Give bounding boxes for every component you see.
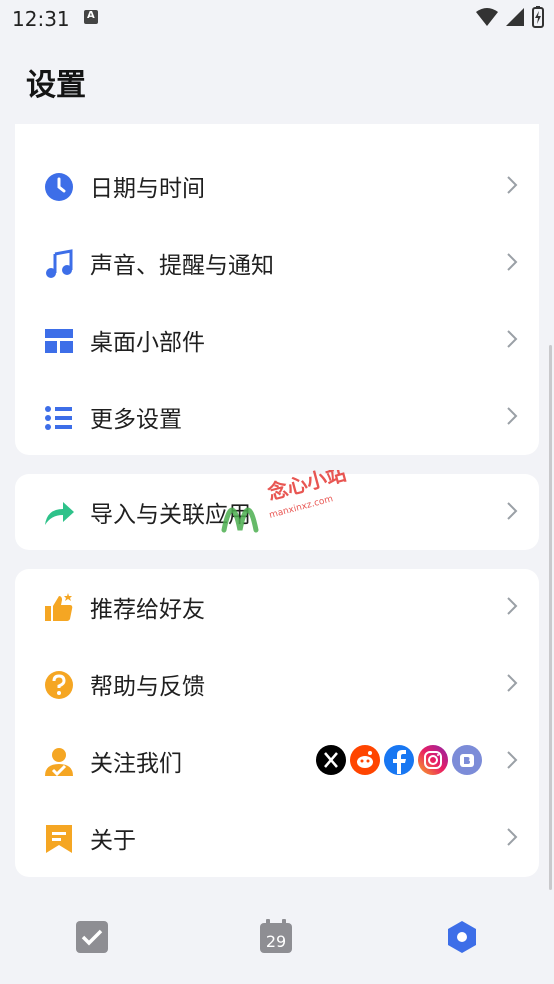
settings-group-about: 推荐给好友 帮助与反馈 关注我们 关于 xyxy=(15,569,539,877)
bottom-nav: 29 xyxy=(0,895,554,984)
chevron-right-icon xyxy=(507,502,518,520)
clock-icon xyxy=(45,173,73,201)
status-time: 12:31 xyxy=(12,7,70,31)
row-desktop-widgets[interactable]: 桌面小部件 xyxy=(15,302,539,379)
row-about[interactable]: 关于 xyxy=(15,800,539,877)
x-icon[interactable] xyxy=(316,745,346,775)
facebook-icon[interactable] xyxy=(384,745,414,775)
row-label: 关注我们 xyxy=(90,751,182,777)
svg-text:29: 29 xyxy=(266,932,286,951)
row-label: 关于 xyxy=(90,828,136,854)
row-label: 桌面小部件 xyxy=(90,330,205,356)
battery-icon xyxy=(532,6,544,28)
watermark: 念心小站 manxinxz.com xyxy=(218,461,358,554)
chevron-right-icon xyxy=(507,751,518,769)
nav-calendar[interactable]: 29 xyxy=(258,919,294,955)
row-more-settings[interactable]: 更多设置 xyxy=(15,379,539,456)
scrollbar[interactable] xyxy=(549,345,552,890)
status-bar: 12:31 A xyxy=(0,0,554,38)
wifi-icon xyxy=(476,8,498,26)
music-note-icon xyxy=(46,249,73,278)
settings-hexagon-icon xyxy=(448,921,476,953)
nav-settings[interactable] xyxy=(444,919,480,955)
user-follow-icon xyxy=(45,748,73,777)
reddit-icon[interactable] xyxy=(350,745,380,775)
share-arrow-icon xyxy=(45,502,74,525)
chevron-right-icon xyxy=(507,674,518,692)
bilibili-icon[interactable] xyxy=(452,745,482,775)
chevron-right-icon xyxy=(507,330,518,348)
settings-group-general: 日期与时间 声音、提醒与通知 桌面小部件 更多设置 xyxy=(15,124,539,455)
svg-text:念心小站: 念心小站 xyxy=(265,470,348,505)
row-label: 更多设置 xyxy=(90,407,182,433)
chevron-right-icon xyxy=(507,253,518,271)
row-label: 推荐给好友 xyxy=(90,597,205,623)
signal-icon xyxy=(506,8,524,26)
row-recommend-friends[interactable]: 推荐给好友 xyxy=(15,569,539,646)
row-follow-us[interactable]: 关注我们 xyxy=(15,723,539,800)
list-settings-icon xyxy=(45,406,72,430)
row-sound-notifications[interactable]: 声音、提醒与通知 xyxy=(15,225,539,302)
bookmark-flag-icon xyxy=(46,825,72,853)
thumbs-up-icon xyxy=(45,593,73,621)
notification-icon: A xyxy=(84,10,98,24)
row-help-feedback[interactable]: 帮助与反馈 xyxy=(15,646,539,723)
chevron-right-icon xyxy=(507,828,518,846)
row-label: 声音、提醒与通知 xyxy=(90,253,274,279)
checkbox-icon xyxy=(76,921,108,953)
instagram-icon[interactable] xyxy=(418,745,448,775)
widget-icon xyxy=(45,329,73,353)
row-label: 帮助与反馈 xyxy=(90,674,205,700)
page-title: 设置 xyxy=(26,68,86,103)
row-date-time[interactable]: 日期与时间 xyxy=(15,148,539,225)
chevron-right-icon xyxy=(507,407,518,425)
help-icon xyxy=(45,671,73,699)
calendar-icon: 29 xyxy=(260,919,292,953)
chevron-right-icon xyxy=(507,176,518,194)
nav-tasks[interactable] xyxy=(74,919,110,955)
row-label: 日期与时间 xyxy=(90,176,205,202)
chevron-right-icon xyxy=(507,597,518,615)
